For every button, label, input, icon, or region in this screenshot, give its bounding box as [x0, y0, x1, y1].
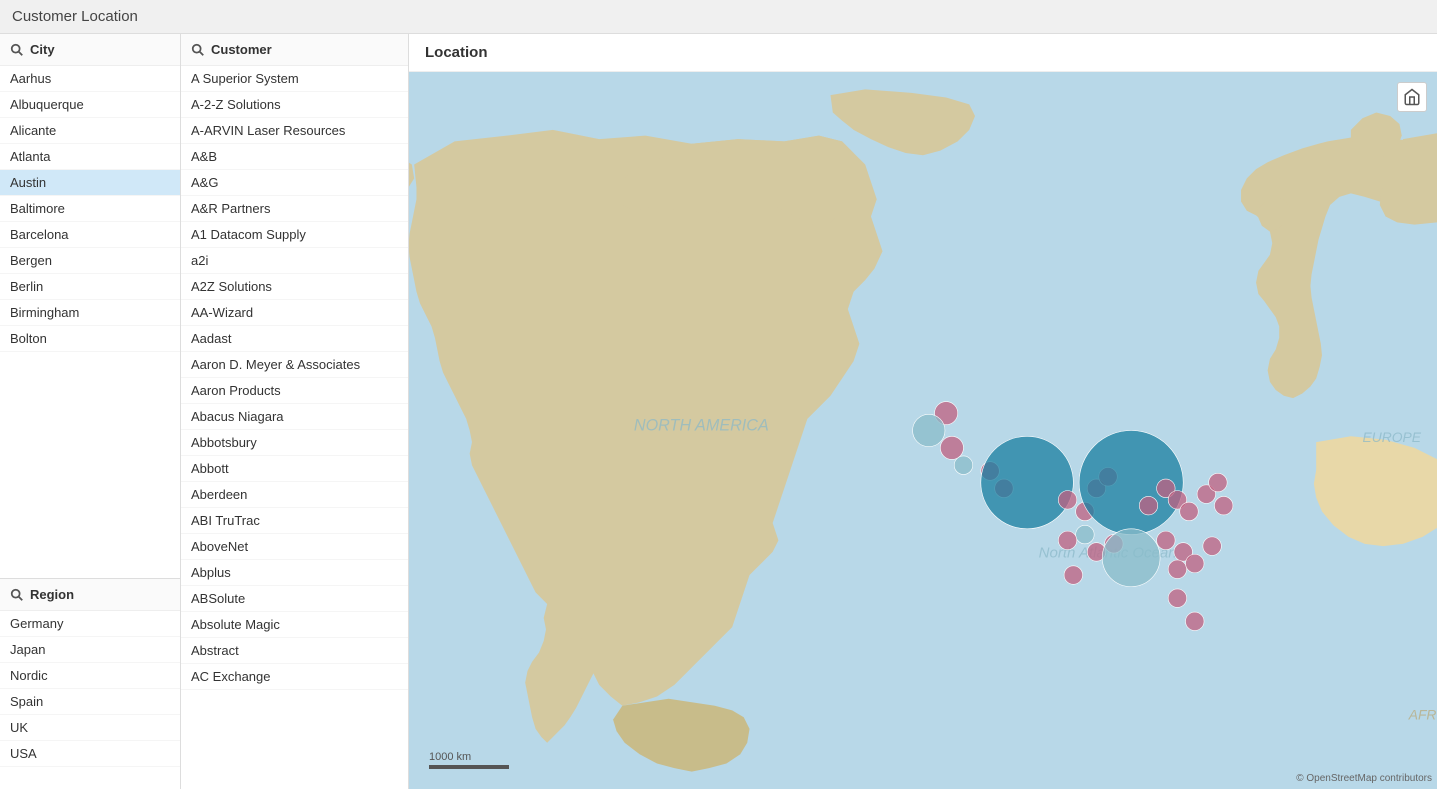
list-item[interactable]: Abstract [181, 638, 408, 664]
list-item[interactable]: A&R Partners [181, 196, 408, 222]
search-icon-region [10, 588, 24, 602]
list-item[interactable]: Baltimore [0, 196, 180, 222]
svg-text:AFRICA: AFRICA [1408, 707, 1437, 723]
map-panel: Location [409, 34, 1437, 789]
list-item[interactable]: Birmingham [0, 300, 180, 326]
search-icon [10, 43, 24, 57]
city-panel: City AarhusAlbuquerqueAlicanteAtlantaAus… [0, 34, 180, 579]
list-item[interactable]: AA-Wizard [181, 300, 408, 326]
list-item[interactable]: Spain [0, 689, 180, 715]
list-item[interactable]: ABSolute [181, 586, 408, 612]
main-content: City AarhusAlbuquerqueAlicanteAtlantaAus… [0, 34, 1437, 789]
list-item[interactable]: Abacus Niagara [181, 404, 408, 430]
list-item[interactable]: Abplus [181, 560, 408, 586]
list-item[interactable]: Barcelona [0, 222, 180, 248]
list-item[interactable]: A&B [181, 144, 408, 170]
city-list[interactable]: AarhusAlbuquerqueAlicanteAtlantaAustinBa… [0, 66, 180, 578]
app: Customer Location City AarhusAlbuquerque… [0, 0, 1437, 789]
region-label: Region [30, 587, 74, 602]
list-item[interactable]: Germany [0, 611, 180, 637]
map-attribution: © OpenStreetMap contributors [1296, 773, 1432, 784]
list-item[interactable]: AC Exchange [181, 664, 408, 690]
list-item[interactable]: A2Z Solutions [181, 274, 408, 300]
customer-panel: Customer A Superior SystemA-2-Z Solution… [181, 34, 409, 789]
list-item[interactable]: Bergen [0, 248, 180, 274]
list-item[interactable]: Abbott [181, 456, 408, 482]
list-item[interactable]: Aadast [181, 326, 408, 352]
svg-text:North Atlantic Ocean: North Atlantic Ocean [1039, 545, 1177, 562]
list-item[interactable]: Aaron D. Meyer & Associates [181, 352, 408, 378]
list-item[interactable]: A1 Datacom Supply [181, 222, 408, 248]
list-item[interactable]: a2i [181, 248, 408, 274]
svg-text:EUROPE: EUROPE [1362, 429, 1421, 445]
list-item[interactable]: AboveNet [181, 534, 408, 560]
list-item[interactable]: A-2-Z Solutions [181, 92, 408, 118]
list-item[interactable]: Aaron Products [181, 378, 408, 404]
home-icon [1403, 88, 1421, 106]
list-item[interactable]: Berlin [0, 274, 180, 300]
region-panel: Region GermanyJapanNordicSpainUKUSA [0, 579, 180, 789]
left-panels: City AarhusAlbuquerqueAlicanteAtlantaAus… [0, 34, 181, 789]
search-icon-customer [191, 43, 205, 57]
list-item[interactable]: USA [0, 741, 180, 767]
list-item[interactable]: Japan [0, 637, 180, 663]
map-scale: 1000 km [429, 751, 509, 769]
list-item[interactable]: Aberdeen [181, 482, 408, 508]
list-item[interactable]: Alicante [0, 118, 180, 144]
home-button[interactable] [1397, 82, 1427, 112]
list-item[interactable]: A Superior System [181, 66, 408, 92]
scale-label: 1000 km [429, 751, 471, 763]
list-item[interactable]: ABI TruTrac [181, 508, 408, 534]
region-list[interactable]: GermanyJapanNordicSpainUKUSA [0, 611, 180, 789]
customer-list[interactable]: A Superior SystemA-2-Z SolutionsA-ARVIN … [181, 66, 408, 789]
list-item[interactable]: Nordic [0, 663, 180, 689]
city-label: City [30, 42, 55, 57]
list-item[interactable]: Bolton [0, 326, 180, 352]
list-item[interactable]: UK [0, 715, 180, 741]
list-item[interactable]: A&G [181, 170, 408, 196]
list-item[interactable]: A-ARVIN Laser Resources [181, 118, 408, 144]
map-container[interactable]: NORTH AMERICA North Atlantic Ocean EUROP… [409, 72, 1437, 789]
city-panel-header: City [0, 34, 180, 66]
customer-panel-header: Customer [181, 34, 408, 66]
map-header: Location [409, 34, 1437, 72]
list-item[interactable]: Albuquerque [0, 92, 180, 118]
list-item[interactable]: Abbotsbury [181, 430, 408, 456]
list-item[interactable]: Atlanta [0, 144, 180, 170]
list-item[interactable]: Austin [0, 170, 180, 196]
list-item[interactable]: Absolute Magic [181, 612, 408, 638]
page-title: Customer Location [0, 0, 1437, 34]
list-item[interactable]: Aarhus [0, 66, 180, 92]
map-svg: NORTH AMERICA North Atlantic Ocean EUROP… [409, 72, 1437, 789]
svg-text:NORTH AMERICA: NORTH AMERICA [634, 417, 769, 435]
scale-bar [429, 765, 509, 769]
customer-label: Customer [211, 42, 272, 57]
region-panel-header: Region [0, 579, 180, 611]
